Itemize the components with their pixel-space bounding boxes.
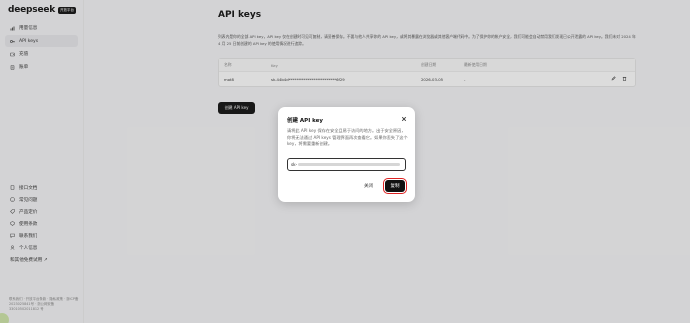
api-key-redacted [298,163,401,166]
api-key-prefix: sk- [291,162,298,167]
close-button[interactable]: 关闭 [364,183,373,189]
close-icon[interactable] [399,114,408,123]
create-key-modal: 创建 API key 请将此 API key 保存在安全且易于访问的地方。出于安… [278,107,415,202]
api-key-field[interactable]: sk- [287,158,406,171]
copy-button[interactable]: 复制 [383,178,407,194]
modal-title: 创建 API key [287,118,323,124]
modal-description: 请将此 API key 保存在安全且易于访问的地方。出于安全原因，你将无法通过 … [287,128,408,147]
